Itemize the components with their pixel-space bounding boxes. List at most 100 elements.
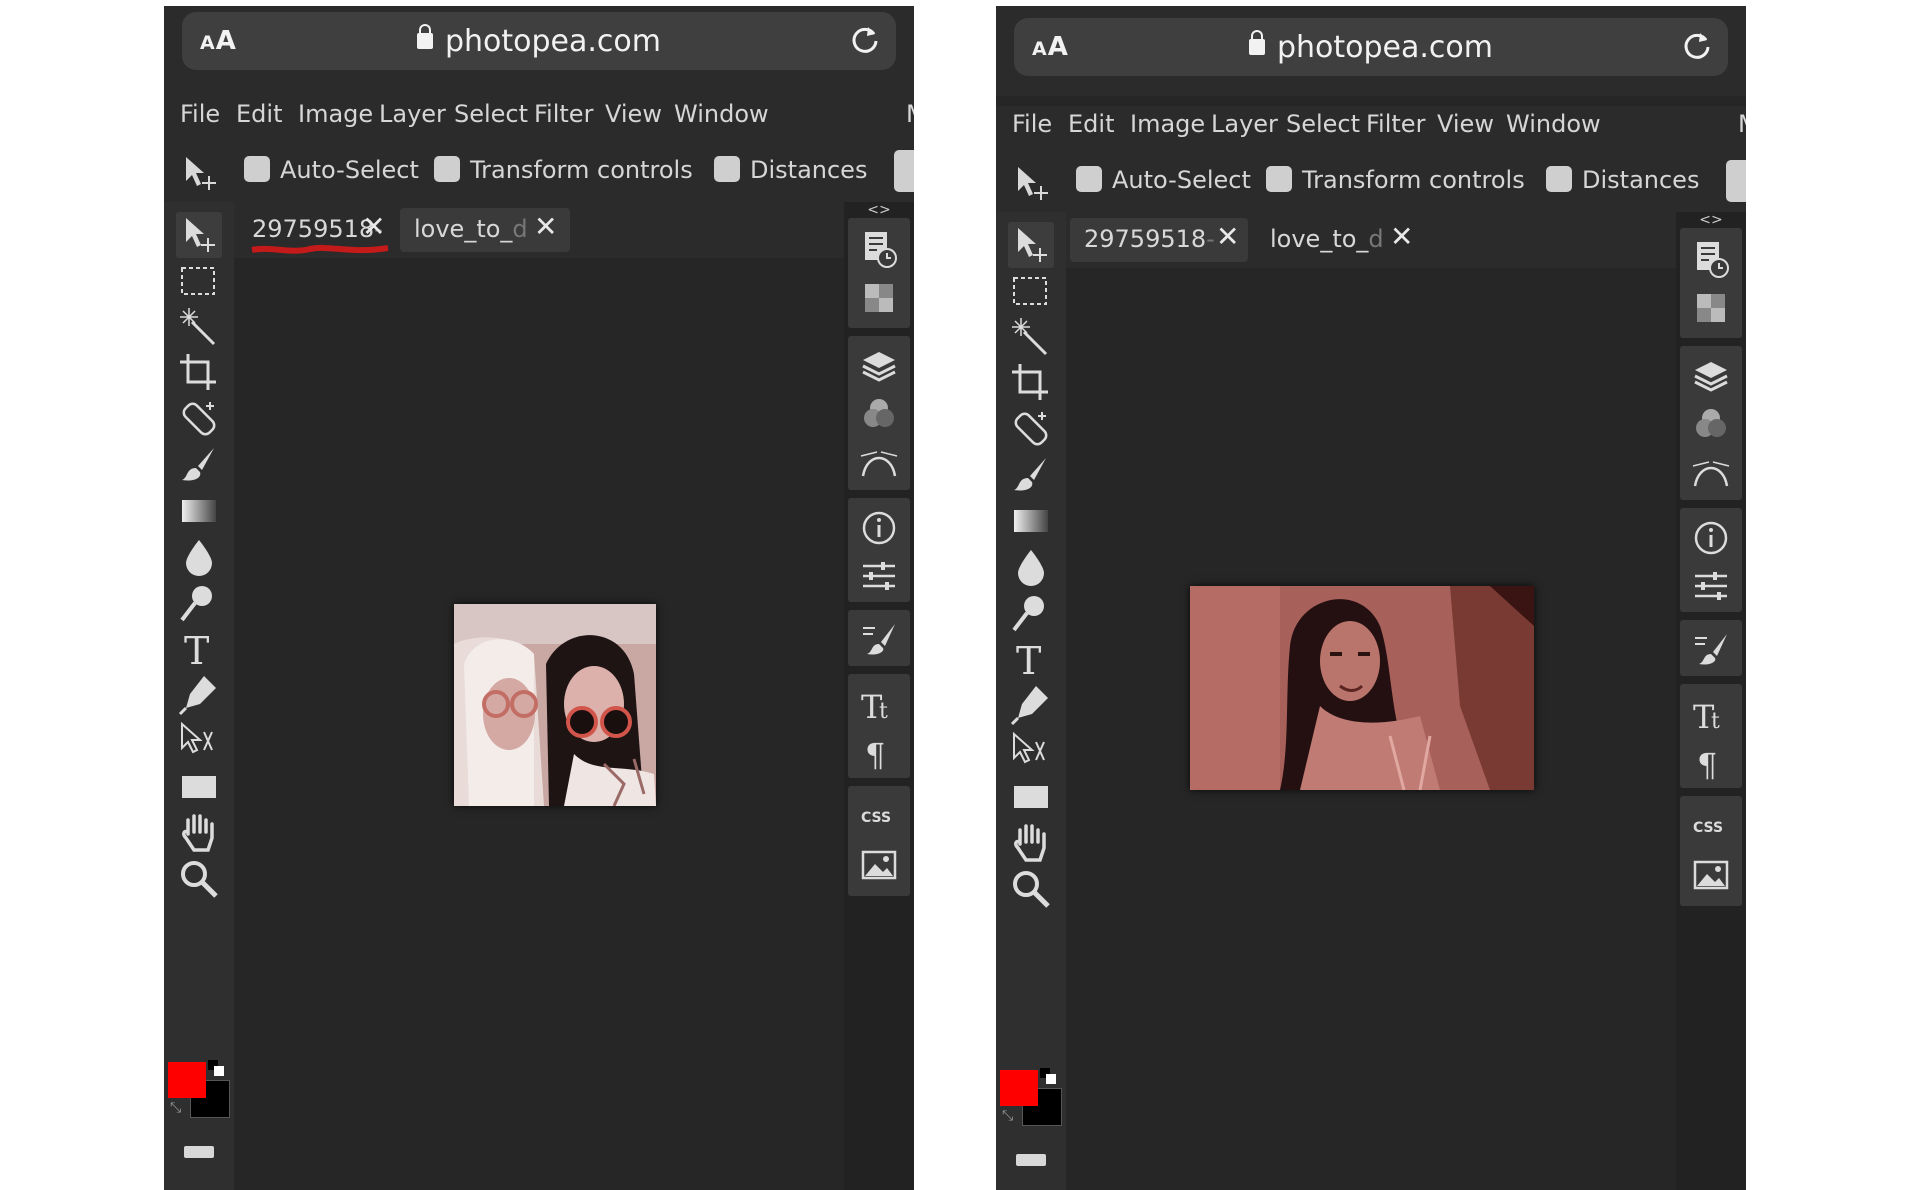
css-panel-icon[interactable]: CSS (1687, 802, 1735, 850)
swap-colors-icon[interactable]: ⤡ (1002, 1108, 1013, 1124)
menu-layer[interactable]: Layer (1211, 110, 1278, 138)
pen-tool-icon[interactable] (1006, 680, 1056, 730)
history-panel-icon[interactable] (855, 224, 903, 272)
menu-edit[interactable]: Edit (1068, 110, 1114, 138)
channels-panel-icon[interactable] (1687, 400, 1735, 448)
paragraph-panel-icon[interactable]: ¶ (1687, 738, 1735, 786)
move-tool-icon[interactable] (1006, 220, 1056, 270)
menu-filter[interactable]: Filter (1366, 110, 1425, 138)
zoom-tool-icon[interactable] (1006, 864, 1056, 914)
tab-love-to-d[interactable]: love_to_d ✕ (1256, 218, 1426, 262)
channels-panel-icon[interactable] (855, 390, 903, 438)
menu-window[interactable]: Window (1506, 110, 1601, 138)
close-tab-icon[interactable]: ✕ (1216, 220, 1239, 253)
magic-wand-tool-icon[interactable] (1006, 312, 1056, 362)
default-colors-icon[interactable] (1040, 1068, 1056, 1084)
distances-checkbox[interactable]: Distances (714, 156, 867, 184)
menu-image[interactable]: Image (298, 100, 373, 128)
rectangle-tool-icon[interactable] (174, 762, 224, 812)
menu-view[interactable]: View (1437, 110, 1494, 138)
foreground-color-swatch[interactable] (1000, 1070, 1038, 1106)
canvas-area[interactable] (1066, 268, 1676, 1190)
info-panel-icon[interactable] (1687, 514, 1735, 562)
move-tool-icon[interactable] (174, 210, 224, 260)
character-panel-icon[interactable]: Tt (1687, 690, 1735, 738)
brush-tool-icon[interactable] (1006, 450, 1056, 500)
type-tool-icon[interactable]: T (1006, 634, 1056, 684)
reload-icon[interactable] (848, 22, 882, 60)
pen-tool-icon[interactable] (174, 670, 224, 720)
menu-image[interactable]: Image (1130, 110, 1205, 138)
menu-select[interactable]: Select (454, 100, 528, 128)
css-panel-icon[interactable]: CSS (855, 792, 903, 840)
distances-checkbox[interactable]: Distances (1546, 166, 1699, 194)
canvas-area[interactable] (234, 258, 844, 1190)
marquee-tool-icon[interactable] (1006, 266, 1056, 316)
tab-29759518[interactable]: 29759518- ✕ (1070, 218, 1248, 262)
panel-collapse-toggle[interactable]: <> (844, 202, 914, 218)
type-tool-icon[interactable]: T (174, 624, 224, 674)
close-tab-icon[interactable]: ✕ (1390, 220, 1413, 253)
options-more-button[interactable] (1726, 160, 1746, 202)
brush-settings-panel-icon[interactable] (855, 614, 903, 662)
blur-tool-icon[interactable] (1006, 542, 1056, 592)
menu-view[interactable]: View (605, 100, 662, 128)
layers-panel-icon[interactable] (855, 342, 903, 390)
auto-select-checkbox[interactable]: Auto-Select (1076, 166, 1251, 194)
dodge-tool-icon[interactable] (1006, 588, 1056, 638)
menu-more[interactable]: M (906, 100, 914, 128)
keyboard-icon[interactable] (1016, 1154, 1046, 1166)
adjustments-panel-icon[interactable] (1687, 562, 1735, 610)
transform-controls-checkbox[interactable]: Transform controls (1266, 166, 1525, 194)
rectangle-tool-icon[interactable] (1006, 772, 1056, 822)
options-more-button[interactable] (894, 150, 914, 192)
swatches-panel-icon[interactable] (1687, 284, 1735, 332)
menu-edit[interactable]: Edit (236, 100, 282, 128)
menu-more[interactable]: M (1738, 110, 1746, 138)
swap-colors-icon[interactable]: ⤡ (170, 1100, 181, 1116)
image-panel-icon[interactable] (855, 842, 903, 890)
character-panel-icon[interactable]: Tt (855, 680, 903, 728)
paragraph-panel-icon[interactable]: ¶ (855, 728, 903, 776)
dodge-tool-icon[interactable] (174, 578, 224, 628)
history-panel-icon[interactable] (1687, 234, 1735, 282)
blur-tool-icon[interactable] (174, 532, 224, 582)
healing-tool-icon[interactable] (174, 394, 224, 444)
auto-select-checkbox[interactable]: Auto-Select (244, 156, 419, 184)
swatches-panel-icon[interactable] (855, 274, 903, 322)
gradient-tool-icon[interactable] (1006, 496, 1056, 546)
zoom-tool-icon[interactable] (174, 854, 224, 904)
foreground-color-swatch[interactable] (168, 1062, 206, 1098)
magic-wand-tool-icon[interactable] (174, 302, 224, 352)
path-select-tool-icon[interactable] (1006, 726, 1056, 776)
transform-controls-checkbox[interactable]: Transform controls (434, 156, 693, 184)
adjustments-panel-icon[interactable] (855, 552, 903, 600)
tab-29759518[interactable]: 29759518- ✕ (238, 208, 390, 254)
menu-select[interactable]: Select (1286, 110, 1360, 138)
menu-layer[interactable]: Layer (379, 100, 446, 128)
address-bar[interactable]: AA photopea.com (182, 12, 896, 70)
menu-filter[interactable]: Filter (534, 100, 593, 128)
tab-love-to-d[interactable]: love_to_d ✕ (400, 208, 570, 252)
marquee-tool-icon[interactable] (174, 256, 224, 306)
panel-collapse-toggle[interactable]: <> (1676, 212, 1746, 228)
crop-tool-icon[interactable] (174, 348, 224, 398)
menu-window[interactable]: Window (674, 100, 769, 128)
gradient-tool-icon[interactable] (174, 486, 224, 536)
paths-panel-icon[interactable] (855, 438, 903, 486)
paths-panel-icon[interactable] (1687, 448, 1735, 496)
info-panel-icon[interactable] (855, 504, 903, 552)
close-tab-icon[interactable]: ✕ (362, 210, 385, 243)
address-bar[interactable]: AA photopea.com (1014, 18, 1728, 76)
brush-settings-panel-icon[interactable] (1687, 624, 1735, 672)
close-tab-icon[interactable]: ✕ (534, 210, 557, 243)
image-panel-icon[interactable] (1687, 852, 1735, 900)
brush-tool-icon[interactable] (174, 440, 224, 490)
crop-tool-icon[interactable] (1006, 358, 1056, 408)
hand-tool-icon[interactable] (174, 808, 224, 858)
menu-file[interactable]: File (1012, 110, 1052, 138)
layers-panel-icon[interactable] (1687, 352, 1735, 400)
hand-tool-icon[interactable] (1006, 818, 1056, 868)
keyboard-icon[interactable] (184, 1146, 214, 1158)
path-select-tool-icon[interactable] (174, 716, 224, 766)
